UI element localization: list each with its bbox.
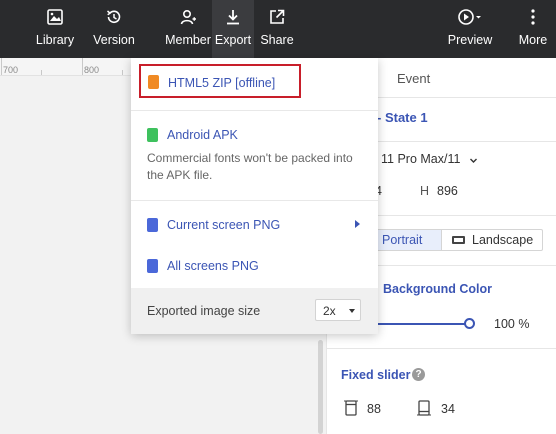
history-icon: [107, 10, 121, 24]
fixed-bottom-value[interactable]: 34: [441, 402, 455, 416]
opacity-slider-track[interactable]: [363, 323, 468, 325]
all-screens-png-label: All screens PNG: [167, 259, 259, 273]
app-window: Library Version Member Export Share Prev…: [0, 0, 556, 434]
opacity-slider-handle[interactable]: [464, 318, 475, 329]
export-current-screen-png-option[interactable]: Current screen PNG: [131, 210, 378, 240]
export-size-footer: Exported image size 2x: [131, 288, 378, 334]
divider: [327, 348, 556, 349]
opacity-value[interactable]: 100 %: [494, 317, 529, 331]
ruler-tick: [1, 58, 2, 75]
html5-zip-label: HTML5 ZIP [offline]: [168, 76, 276, 90]
height-input[interactable]: 896: [437, 184, 458, 198]
device-select[interactable]: 11 Pro Max/11: [381, 152, 460, 166]
apk-note: Commercial fonts won't be packed into th…: [147, 151, 353, 182]
landscape-label: Landscape: [472, 233, 534, 247]
ruler-label-700: 700: [3, 65, 19, 75]
image-size-select[interactable]: 2x: [315, 299, 361, 321]
chevron-down-icon[interactable]: [469, 156, 478, 165]
divider: [131, 110, 378, 111]
ruler-label-800: 800: [84, 65, 100, 75]
add-member-icon: [180, 9, 196, 25]
member-label: Member: [165, 33, 211, 47]
orientation-toggle: Portrait Landscape: [367, 229, 543, 251]
preview-button[interactable]: Preview: [444, 0, 496, 58]
html-file-icon: [148, 75, 159, 89]
submenu-arrow-icon: [355, 220, 360, 228]
canvas-vertical-scrollbar[interactable]: [318, 340, 323, 434]
fixed-slider-label: Fixed slider: [341, 368, 411, 382]
share-icon: [270, 9, 285, 24]
play-preview-icon: [458, 9, 481, 25]
library-button[interactable]: Library: [30, 0, 80, 58]
landscape-option[interactable]: Landscape: [441, 230, 543, 250]
more-button[interactable]: More: [514, 0, 552, 58]
background-color-label: Background Color: [383, 282, 493, 296]
preview-label: Preview: [447, 33, 493, 47]
android-apk-label: Android APK: [167, 128, 238, 142]
export-html5-zip-option[interactable]: HTML5 ZIP [offline]: [131, 64, 378, 106]
export-label: Export: [214, 33, 252, 47]
android-file-icon: [147, 128, 158, 142]
version-button[interactable]: Version: [88, 0, 140, 58]
image-file-icon: [147, 218, 158, 232]
top-toolbar: Library Version Member Export Share Prev…: [0, 0, 556, 58]
fixed-top-icon: [344, 400, 358, 416]
fixed-bottom-icon: [417, 400, 431, 416]
library-icon: [47, 9, 63, 25]
height-label: H: [420, 184, 430, 198]
export-button[interactable]: Export: [212, 0, 254, 58]
exported-image-size-label: Exported image size: [147, 304, 261, 318]
caret-down-icon: [349, 309, 355, 313]
landscape-icon: [452, 236, 465, 244]
member-button[interactable]: Member: [163, 0, 213, 58]
export-dropdown-menu: HTML5 ZIP [offline] Android APK Commerci…: [131, 58, 378, 334]
download-icon: [227, 10, 239, 25]
more-vertical-icon: [531, 9, 535, 25]
export-all-screens-png-option[interactable]: All screens PNG: [131, 251, 378, 281]
portrait-label: Portrait: [382, 233, 423, 247]
tab-event[interactable]: Event: [397, 71, 430, 86]
fixed-top-value[interactable]: 88: [367, 402, 381, 416]
zip-file-icon: [147, 259, 158, 273]
ruler-tick: [122, 70, 123, 75]
export-android-apk-option[interactable]: Android APK Commercial fonts won't be pa…: [131, 120, 378, 188]
divider: [131, 200, 378, 201]
version-label: Version: [93, 33, 135, 47]
current-screen-png-label: Current screen PNG: [167, 218, 281, 232]
help-icon[interactable]: ?: [412, 368, 425, 381]
share-button[interactable]: Share: [256, 0, 298, 58]
more-label: More: [518, 33, 548, 47]
ruler-tick: [82, 58, 83, 75]
portrait-option[interactable]: Portrait: [368, 230, 441, 250]
ruler-tick: [41, 70, 42, 75]
image-size-value: 2x: [323, 304, 336, 318]
library-label: Library: [35, 33, 75, 47]
state-selector[interactable]: - State 1: [377, 110, 428, 125]
share-label: Share: [260, 33, 294, 47]
